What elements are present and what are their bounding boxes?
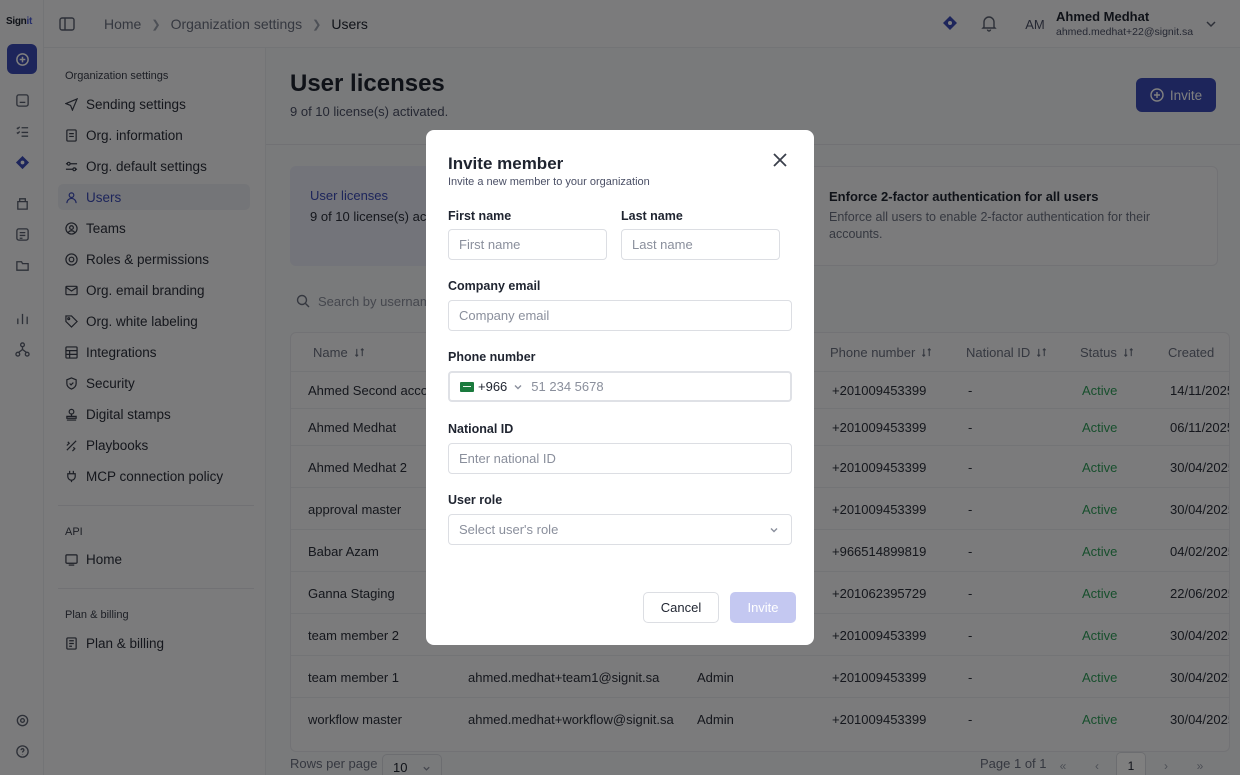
company-email-label: Company email (448, 279, 541, 293)
dialog-title: Invite member (448, 154, 564, 173)
country-code-select[interactable]: +966 (478, 379, 507, 394)
invite-member-dialog: Invite member Invite a new member to you… (426, 130, 814, 645)
phone-label: Phone number (448, 350, 536, 364)
national-id-field[interactable]: Enter national ID (448, 443, 792, 474)
last-name-label: Last name (621, 209, 683, 223)
company-email-field[interactable]: Company email (448, 300, 792, 331)
user-role-select[interactable]: Select user's role (448, 514, 792, 545)
user-role-label: User role (448, 493, 503, 507)
chevron-down-icon[interactable] (513, 382, 523, 392)
cancel-button[interactable]: Cancel (643, 592, 719, 623)
close-icon[interactable] (772, 152, 788, 168)
saudi-flag-icon (460, 381, 474, 392)
phone-number-field[interactable]: +966 51 234 5678 (448, 371, 792, 402)
last-name-field[interactable]: Last name (621, 229, 780, 260)
first-name-label: First name (448, 209, 512, 223)
invite-submit-button[interactable]: Invite (730, 592, 796, 623)
national-id-label: National ID (448, 422, 514, 436)
dialog-subtitle: Invite a new member to your organization (448, 176, 650, 188)
chevron-down-icon (770, 528, 778, 533)
first-name-field[interactable]: First name (448, 229, 607, 260)
